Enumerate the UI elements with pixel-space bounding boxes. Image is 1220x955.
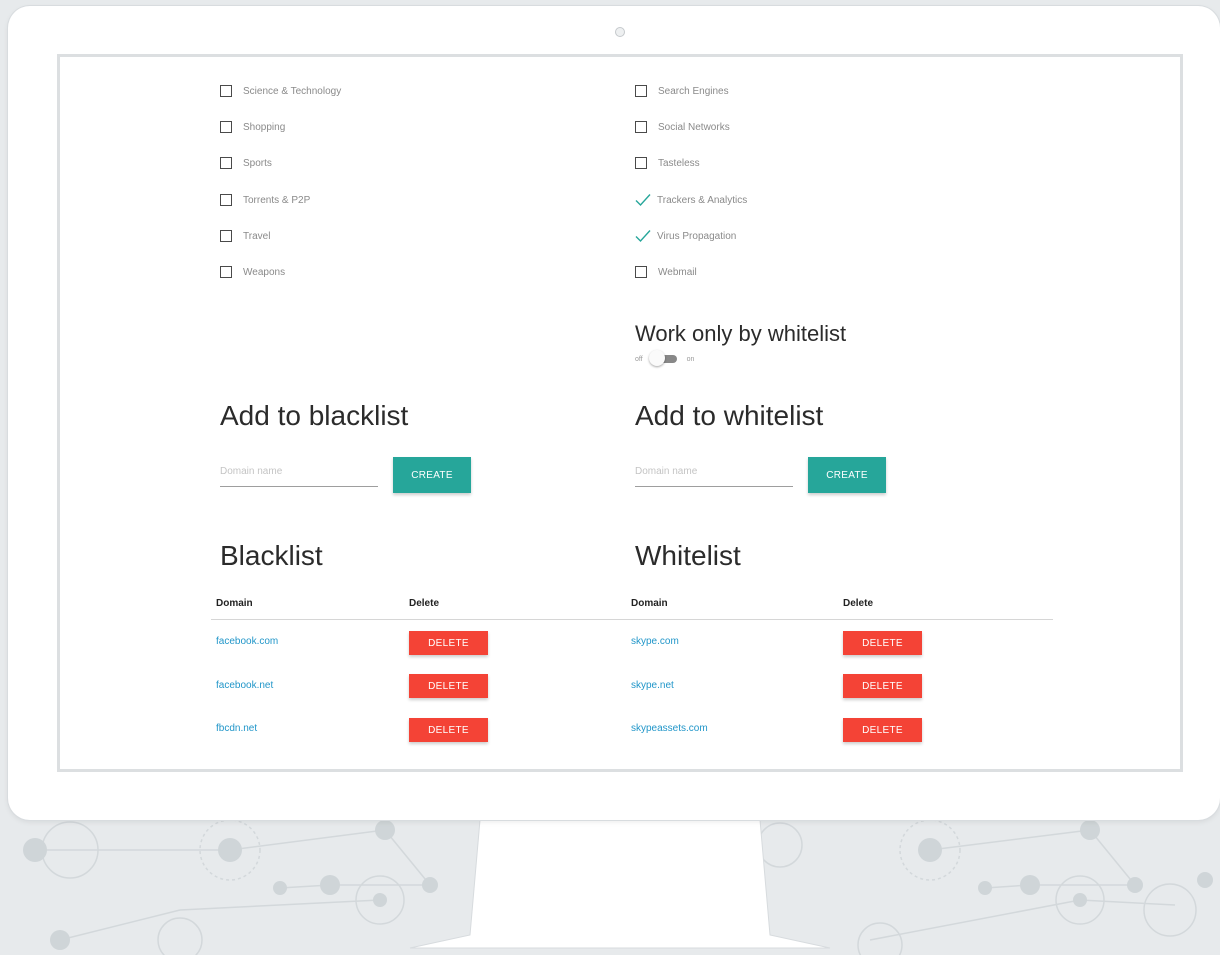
whitelist-mode-switch[interactable]: off on (635, 350, 695, 366)
checkbox-unchecked-icon[interactable] (635, 157, 647, 169)
category-science-technology[interactable]: Science & Technology (220, 82, 341, 100)
category-torrents-p2p[interactable]: Torrents & P2P (220, 191, 310, 209)
checkbox-unchecked-icon[interactable] (220, 85, 232, 97)
whitelist-create-button[interactable]: CREATE (808, 457, 886, 493)
category-weapons[interactable]: Weapons (220, 263, 285, 281)
category-label: Travel (243, 230, 271, 242)
category-label: Science & Technology (243, 85, 342, 97)
category-label: Trackers & Analytics (657, 194, 748, 206)
checkbox-unchecked-icon[interactable] (220, 157, 232, 169)
whitelist-domain-input[interactable] (635, 456, 793, 487)
blacklist-domain-link[interactable]: facebook.net (216, 680, 273, 691)
checkbox-unchecked-icon[interactable] (220, 230, 232, 242)
monitor-stand (409, 820, 831, 949)
category-sports[interactable]: Sports (220, 154, 272, 172)
category-webmail[interactable]: Webmail (635, 263, 697, 281)
whitelist-domain-link[interactable]: skype.com (631, 636, 679, 647)
checkbox-unchecked-icon[interactable] (635, 121, 647, 133)
category-search-engines[interactable]: Search Engines (635, 82, 729, 100)
whitelist-domain-link[interactable]: skype.net (631, 680, 674, 691)
category-label: Webmail (658, 266, 697, 278)
settings-screen: Science & Technology Shopping Sports Tor… (57, 54, 1183, 772)
blacklist-delete-button[interactable]: DELETE (409, 631, 488, 655)
monitor-frame: Science & Technology Shopping Sports Tor… (8, 6, 1220, 820)
category-label: Virus Propagation (657, 230, 737, 242)
category-virus-propagation[interactable]: Virus Propagation (635, 227, 736, 245)
blacklist-col-domain: Domain (216, 598, 253, 609)
switch-off-label: off (635, 355, 643, 363)
checkmark-icon[interactable] (635, 229, 651, 243)
toggle-switch[interactable] (648, 350, 679, 366)
category-label: Torrents & P2P (243, 194, 311, 206)
category-label: Search Engines (658, 85, 729, 97)
switch-on-label: on (686, 355, 695, 363)
camera-dot (615, 27, 625, 37)
checkmark-icon[interactable] (635, 193, 651, 207)
blacklist-col-delete: Delete (409, 598, 440, 609)
blacklist-delete-button[interactable]: DELETE (409, 674, 488, 698)
blacklist-title: Blacklist (220, 540, 323, 571)
whitelist-domain-link[interactable]: skypeassets.com (631, 723, 708, 734)
checkbox-unchecked-icon[interactable] (220, 194, 232, 206)
checkbox-unchecked-icon[interactable] (220, 121, 232, 133)
whitelist-col-domain: Domain (631, 598, 668, 609)
category-label: Sports (243, 157, 272, 169)
checkbox-unchecked-icon[interactable] (220, 266, 232, 278)
whitelist-col-delete: Delete (843, 598, 874, 609)
category-social-networks[interactable]: Social Networks (635, 118, 730, 136)
table-header-divider (211, 619, 1053, 620)
category-label: Weapons (243, 266, 286, 278)
whitelist-delete-button[interactable]: DELETE (843, 674, 922, 698)
whitelist-delete-button[interactable]: DELETE (843, 718, 922, 742)
blacklist-delete-button[interactable]: DELETE (409, 718, 488, 742)
whitelist-delete-button[interactable]: DELETE (843, 631, 922, 655)
category-tasteless[interactable]: Tasteless (635, 154, 700, 172)
category-shopping[interactable]: Shopping (220, 118, 285, 136)
whitelist-mode-title: Work only by whitelist (635, 321, 847, 346)
checkbox-unchecked-icon[interactable] (635, 85, 647, 97)
add-blacklist-title: Add to blacklist (220, 400, 409, 431)
category-label: Shopping (243, 121, 286, 133)
blacklist-create-button[interactable]: CREATE (393, 457, 471, 493)
whitelist-title: Whitelist (635, 540, 741, 571)
blacklist-domain-link[interactable]: facebook.com (216, 636, 278, 647)
add-whitelist-title: Add to whitelist (635, 400, 824, 431)
category-label: Tasteless (658, 157, 700, 169)
category-trackers-analytics[interactable]: Trackers & Analytics (635, 191, 747, 209)
toggle-knob[interactable] (648, 350, 665, 366)
checkbox-unchecked-icon[interactable] (635, 266, 647, 278)
blacklist-domain-input[interactable] (220, 456, 378, 487)
blacklist-domain-link[interactable]: fbcdn.net (216, 723, 257, 734)
category-label: Social Networks (658, 121, 730, 133)
category-travel[interactable]: Travel (220, 227, 270, 245)
